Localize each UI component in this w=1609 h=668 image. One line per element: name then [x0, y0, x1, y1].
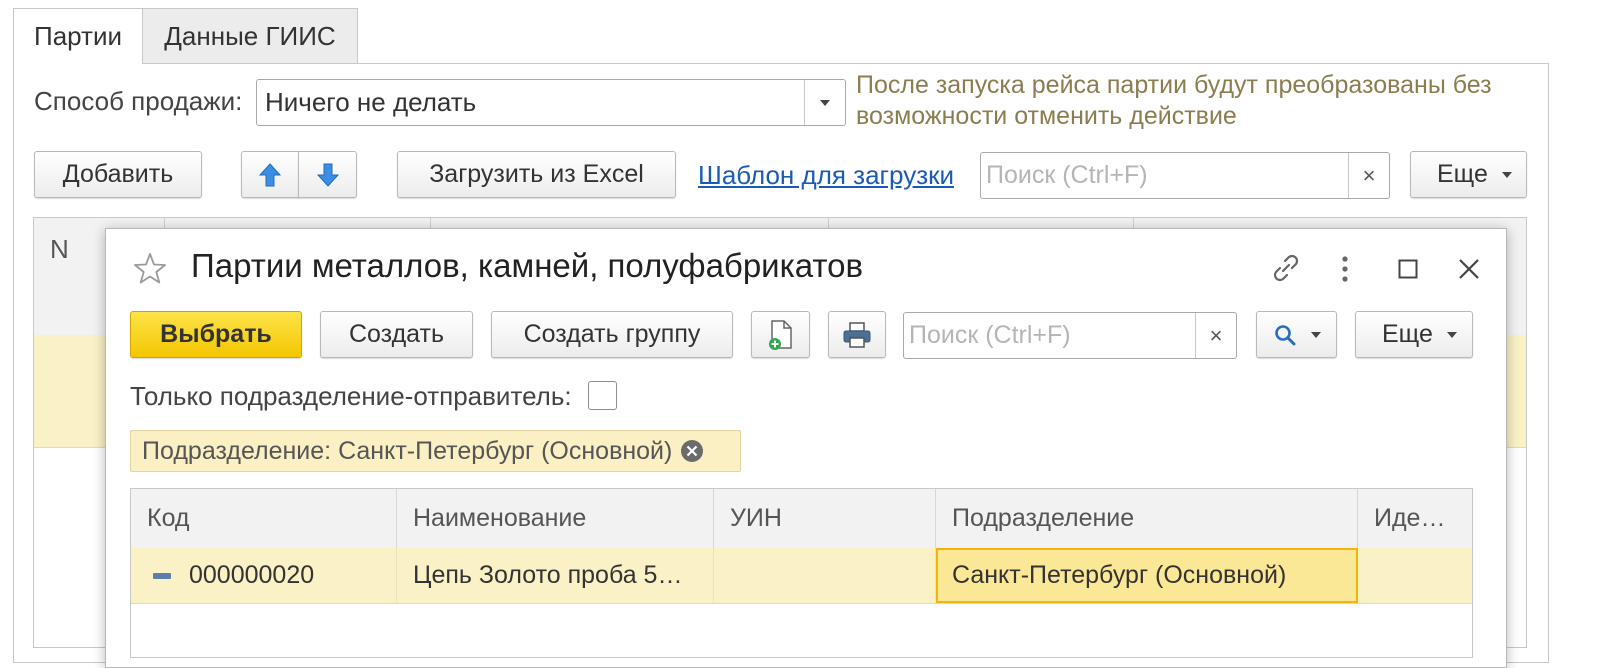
- chevron-down-icon[interactable]: [804, 80, 845, 125]
- add-button[interactable]: Добавить: [34, 151, 202, 198]
- search-icon: [1274, 324, 1295, 345]
- print-button[interactable]: [828, 311, 886, 358]
- clear-search-icon[interactable]: ×: [1195, 313, 1236, 358]
- parties-grid: Код Наименование УИН Подразделение Иде… …: [130, 488, 1473, 658]
- add-document-icon: [768, 319, 792, 350]
- remove-filter-icon[interactable]: [680, 439, 704, 463]
- link-icon[interactable]: [1269, 251, 1303, 285]
- chevron-down-icon: [1446, 331, 1457, 338]
- printer-icon: [843, 321, 871, 348]
- load-from-excel-button[interactable]: Загрузить из Excel: [397, 151, 676, 198]
- more-vert-icon[interactable]: [1338, 255, 1352, 283]
- sale-method-select[interactable]: Ничего не делать: [256, 79, 846, 126]
- main-more-label: Еще: [1437, 160, 1488, 188]
- cell-uin: [714, 548, 936, 603]
- column-header-uin[interactable]: УИН: [714, 489, 936, 548]
- create-copy-button[interactable]: [751, 311, 810, 358]
- column-header-division[interactable]: Подразделение: [936, 489, 1358, 548]
- arrow-down-icon: [316, 163, 339, 187]
- cell-name: Цепь Золото проба 5…: [397, 548, 714, 603]
- cell-ident: [1358, 548, 1473, 603]
- select-button[interactable]: Выбрать: [130, 311, 302, 358]
- dialog-search: ×: [903, 312, 1237, 359]
- load-template-link[interactable]: Шаблон для загрузки: [698, 160, 954, 191]
- sale-method-hint: После запуска рейса партии будут преобра…: [856, 71, 1492, 130]
- cell-division[interactable]: Санкт-Петербург (Основной): [936, 548, 1358, 603]
- column-n[interactable]: N: [50, 234, 69, 265]
- chevron-down-icon: [1501, 171, 1512, 178]
- cell-code-value: 000000020: [189, 561, 315, 589]
- grid-header: Код Наименование УИН Подразделение Иде…: [131, 489, 1472, 549]
- move-down-button[interactable]: [298, 151, 357, 198]
- sale-method-label: Способ продажи:: [34, 86, 243, 116]
- only-sender-label: Только подразделение-отправитель:: [130, 381, 572, 411]
- column-header-code[interactable]: Код: [131, 489, 397, 548]
- create-group-button[interactable]: Создать группу: [491, 311, 733, 358]
- filter-chip-label: Подразделение: Санкт-Петербург (Основной…: [142, 436, 673, 465]
- create-button[interactable]: Создать: [320, 311, 473, 358]
- only-sender-checkbox[interactable]: [588, 381, 617, 410]
- dialog-more-button[interactable]: Еще: [1355, 311, 1473, 358]
- arrow-up-icon: [259, 162, 281, 186]
- maximize-icon[interactable]: [1398, 259, 1418, 279]
- main-more-button[interactable]: Еще: [1410, 151, 1527, 198]
- star-icon[interactable]: [133, 251, 167, 285]
- dialog-more-label: Еще: [1382, 320, 1433, 348]
- search-options-button[interactable]: [1256, 311, 1337, 358]
- tab-parties[interactable]: Партии: [13, 8, 143, 64]
- main-search: ×: [980, 152, 1390, 199]
- main-search-input[interactable]: [981, 153, 1349, 198]
- cell-code: 000000020: [131, 548, 397, 603]
- column-header-ident[interactable]: Иде…: [1358, 489, 1473, 548]
- column-header-name[interactable]: Наименование: [397, 489, 714, 548]
- sale-method-value: Ничего не делать: [265, 87, 477, 117]
- clear-search-icon[interactable]: ×: [1348, 153, 1389, 198]
- move-up-button[interactable]: [241, 151, 299, 198]
- item-dash-icon: [153, 573, 171, 580]
- tab-giis-data[interactable]: Данные ГИИС: [142, 8, 358, 64]
- filter-chip: Подразделение: Санкт-Петербург (Основной…: [130, 430, 741, 472]
- chevron-down-icon: [1310, 331, 1321, 338]
- dialog-search-input[interactable]: [904, 313, 1196, 358]
- table-row[interactable]: 000000020 Цепь Золото проба 5… Санкт-Пет…: [131, 548, 1472, 604]
- close-icon[interactable]: [1457, 257, 1481, 281]
- dialog-title: Партии металлов, камней, полуфабрикатов: [191, 247, 864, 284]
